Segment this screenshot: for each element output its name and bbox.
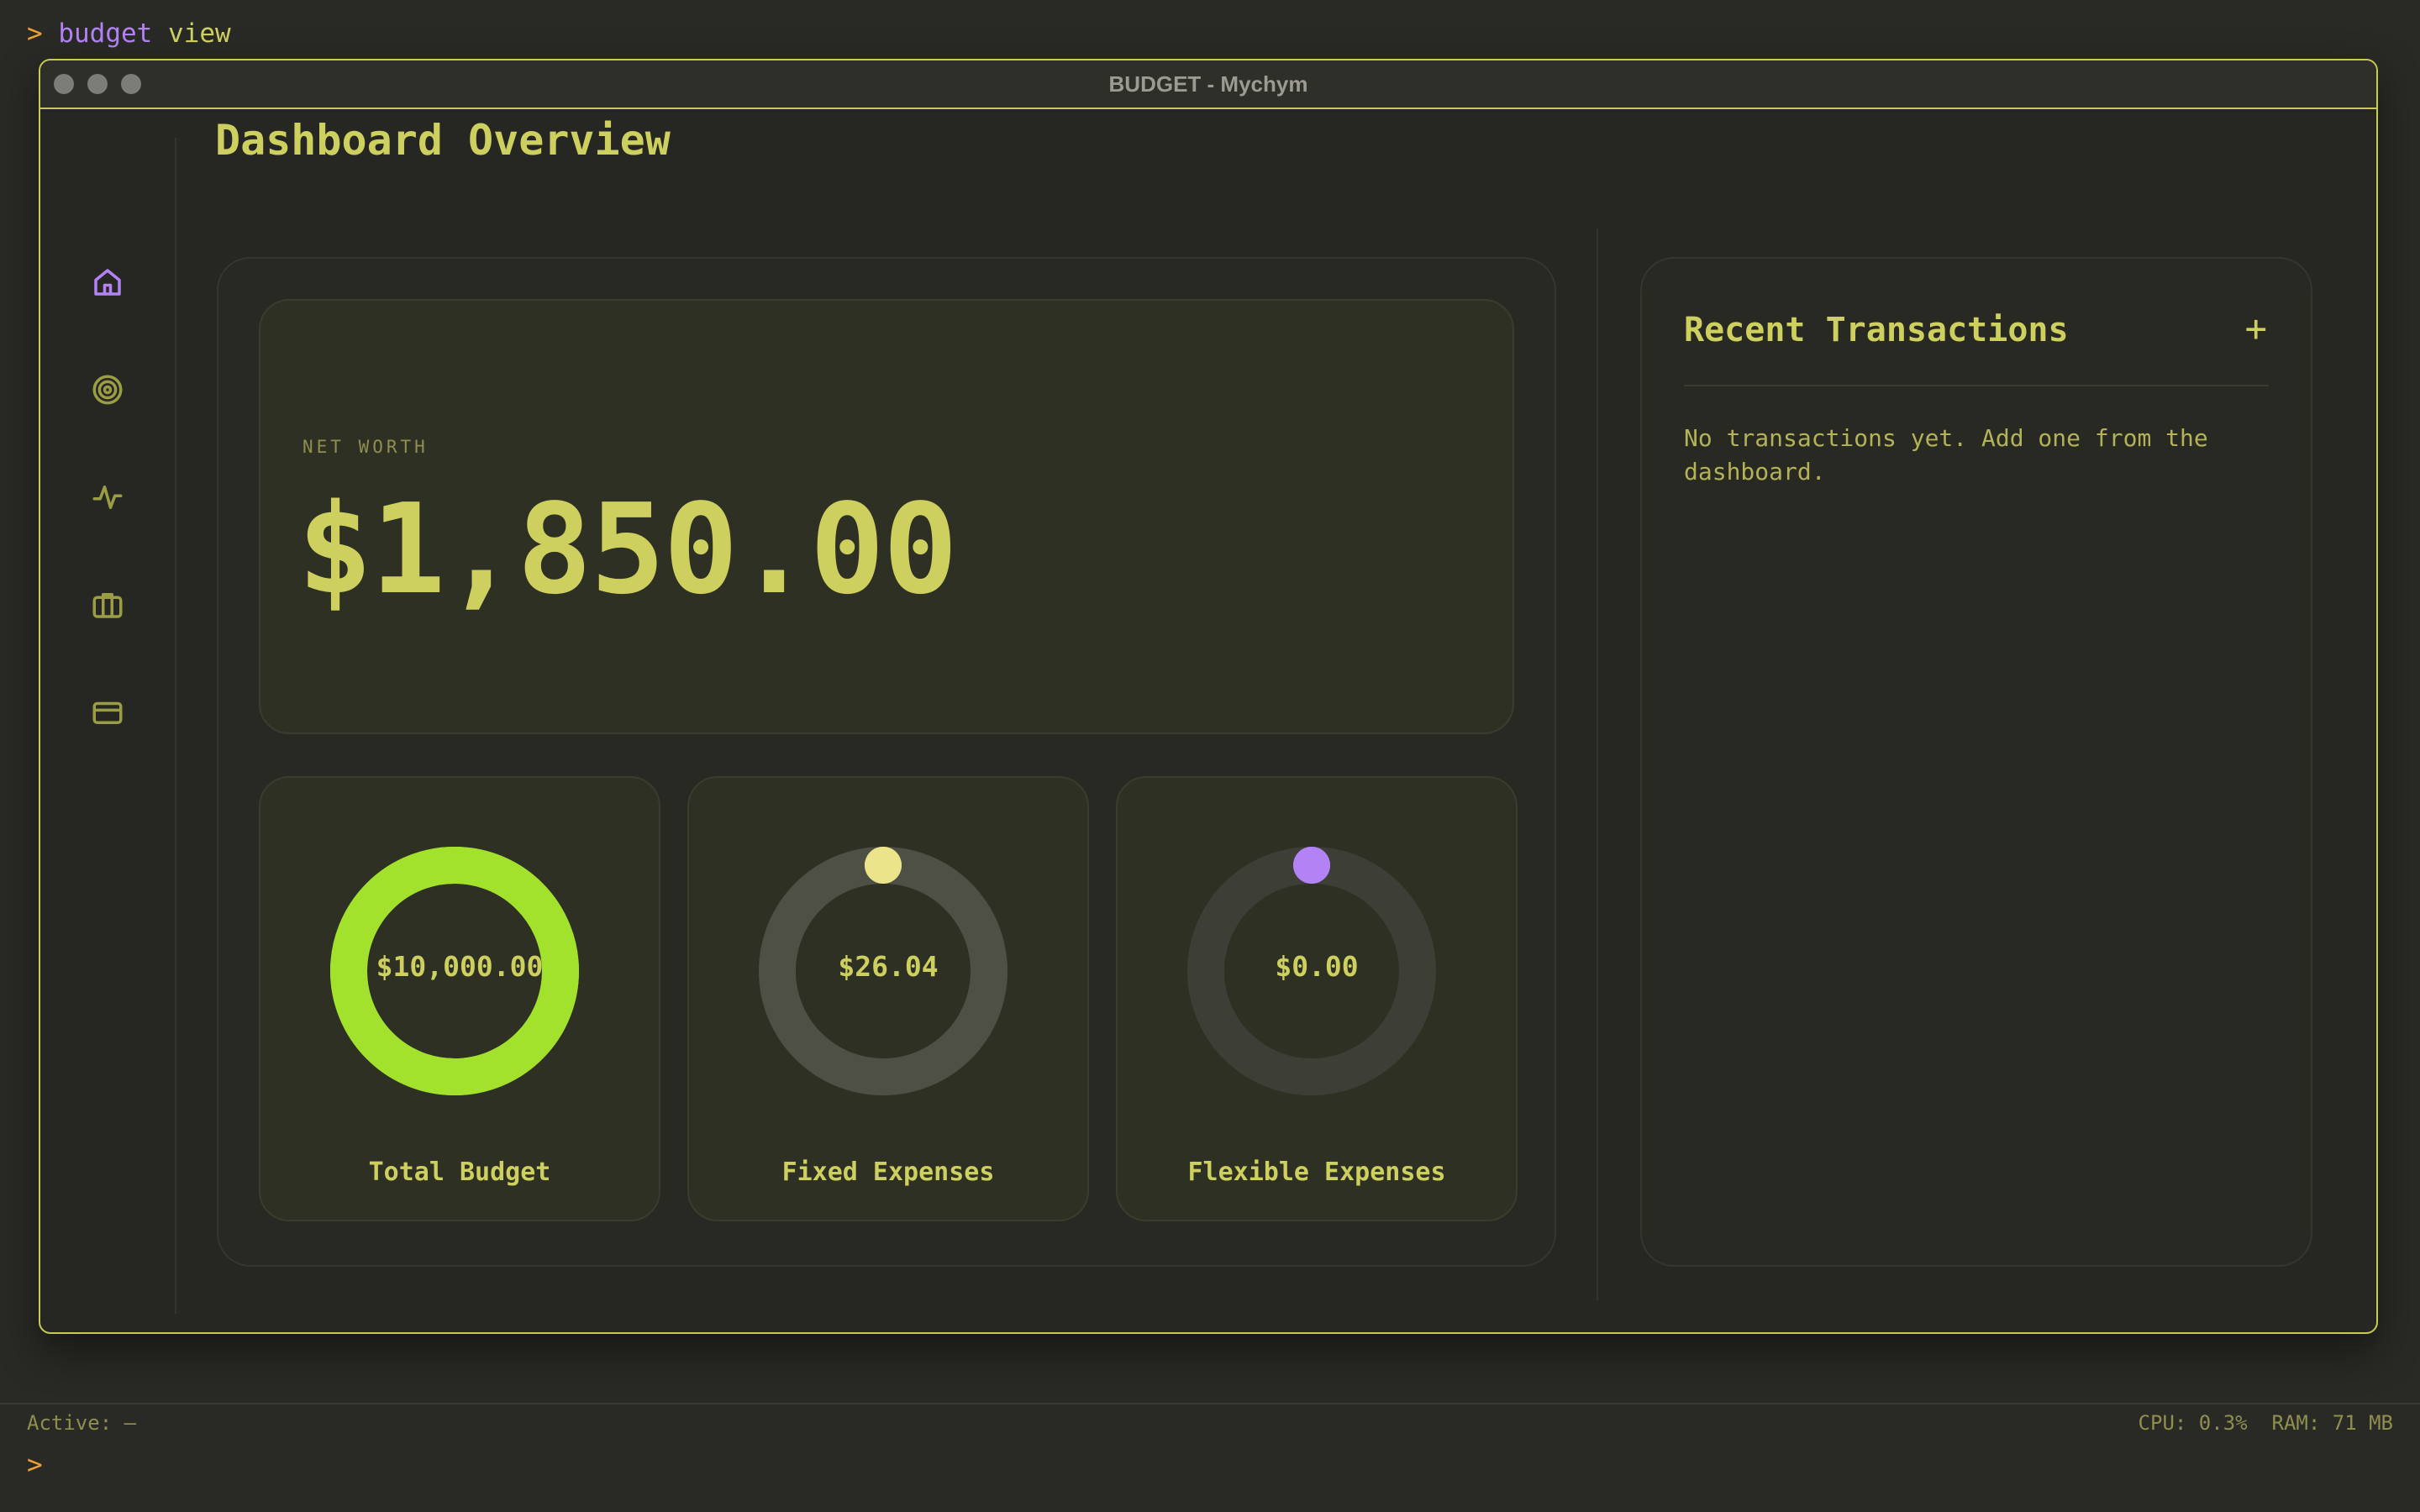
add-transaction-button[interactable]: + <box>2245 307 2268 351</box>
window-title: BUDGET - Mychym <box>1108 71 1308 97</box>
app-window: BUDGET - Mychym Dashboard Overview NET W… <box>39 59 2378 1334</box>
net-worth-value: $1,850.00 <box>297 477 958 622</box>
credit-card-icon <box>92 701 123 724</box>
terminal-input-prompt[interactable]: > <box>27 1450 43 1480</box>
briefcase-icon <box>92 593 123 618</box>
total-budget-value: $10,000.00 <box>376 950 544 983</box>
terminal-command: budget <box>58 18 153 49</box>
total-budget-card[interactable]: $10,000.00 Total Budget <box>259 776 660 1221</box>
flexible-expenses-value: $0.00 <box>1275 950 1359 983</box>
fixed-expenses-value: $26.04 <box>838 950 939 983</box>
terminal-command-line: > budget view <box>27 17 231 50</box>
ram-usage: RAM: 71 MB <box>2271 1411 2394 1435</box>
system-stats: CPU: 0.3% RAM: 71 MB <box>2139 1411 2393 1435</box>
flexible-expenses-card[interactable]: $0.00 Flexible Expenses <box>1116 776 1518 1221</box>
sidebar <box>40 138 176 1314</box>
home-icon <box>94 269 121 296</box>
sidebar-item-portfolio[interactable] <box>82 580 133 630</box>
sidebar-item-goals[interactable] <box>82 365 133 415</box>
recent-transactions-title: Recent Transactions <box>1684 311 2069 349</box>
panel-divider <box>1597 228 1598 1300</box>
fixed-expenses-label: Fixed Expenses <box>781 1158 995 1187</box>
total-budget-label: Total Budget <box>368 1158 551 1187</box>
fixed-expenses-card[interactable]: $26.04 Fixed Expenses <box>687 776 1089 1221</box>
sidebar-item-home[interactable] <box>82 257 133 307</box>
sidebar-item-accounts[interactable] <box>82 687 133 738</box>
flexible-expenses-label: Flexible Expenses <box>1187 1158 1446 1187</box>
recent-transactions-panel: Recent Transactions + No transactions ye… <box>1640 257 2312 1267</box>
terminal-prompt: > <box>27 18 43 49</box>
active-status: Active: — <box>27 1411 137 1435</box>
page-title: Dashboard Overview <box>215 116 671 165</box>
transactions-divider <box>1684 385 2269 386</box>
target-icon <box>92 375 123 405</box>
net-worth-card: NET WORTH $1,850.00 <box>259 299 1514 734</box>
net-worth-label: NET WORTH <box>302 437 429 457</box>
title-bar[interactable]: BUDGET - Mychym <box>40 60 2376 109</box>
transactions-empty-message: No transactions yet. Add one from the da… <box>1684 424 2208 486</box>
status-bar-divider <box>0 1403 2420 1404</box>
activity-icon <box>92 486 123 509</box>
terminal-argument: view <box>168 18 231 49</box>
sidebar-item-activity[interactable] <box>82 472 133 522</box>
cpu-usage: CPU: 0.3% <box>2138 1411 2248 1435</box>
